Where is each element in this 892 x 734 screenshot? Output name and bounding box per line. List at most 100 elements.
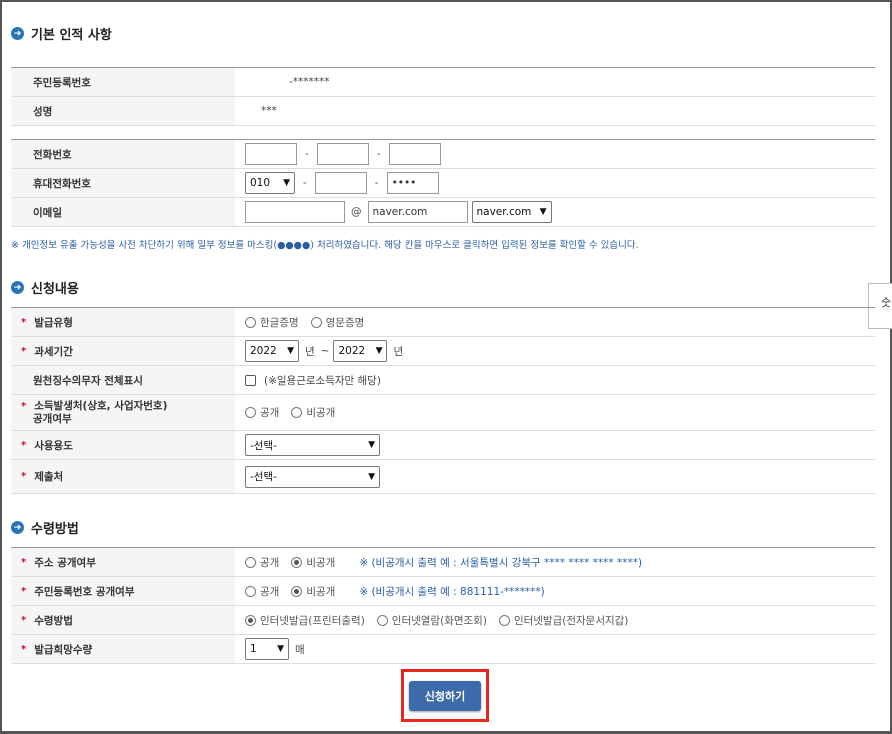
radio-icon: [310, 316, 322, 328]
period-from-value: 2022: [250, 345, 277, 357]
required-mark: *: [21, 614, 27, 626]
required-mark: *: [21, 471, 27, 482]
radio-income-private[interactable]: 비공개: [291, 405, 335, 420]
radio-rrn-public[interactable]: 공개: [245, 584, 279, 599]
section-title-basic: ➜ 기본 인적 사항: [11, 24, 112, 43]
row-rrn: 주민등록번호 -*******: [11, 68, 875, 97]
phone-part1-input[interactable]: [245, 143, 297, 165]
row-mobile: 휴대전화번호 010 ▼ - - ••••: [11, 169, 875, 198]
radio-korean-label: 한글증명: [260, 316, 299, 329]
period-to-value: 2022: [338, 345, 366, 357]
income-source-label-text: 소득발생처(상호, 사업자번호): [34, 399, 168, 412]
radio-addr-public-label: 공개: [260, 556, 280, 569]
chevron-down-icon: ▼: [283, 178, 290, 188]
withhold-checkbox[interactable]: [245, 374, 256, 386]
issue-type-label: * 발급유형: [11, 308, 235, 336]
quantity-select[interactable]: 1 ▼: [245, 638, 289, 660]
apply-table: * 발급유형 한글증명 영문증명 * 과세기간 2022 ▼ 년 ~ 2022 ▼ 년 …: [11, 307, 875, 494]
row-purpose: * 사용용도 -선택- ▼: [11, 431, 875, 460]
required-mark: *: [21, 556, 27, 568]
radio-method-view[interactable]: 인터넷열람(화면조회): [376, 613, 487, 628]
apply-button[interactable]: 신청하기: [409, 680, 481, 711]
radio-method-wallet[interactable]: 인터넷발급(전자문서지갑): [498, 613, 628, 628]
radio-english[interactable]: 영문증명: [310, 315, 365, 330]
purpose-label: * 사용용도: [11, 431, 235, 459]
mobile-last-input[interactable]: ••••: [386, 172, 439, 194]
mobile-middle-input[interactable]: [314, 172, 367, 194]
required-mark: *: [21, 316, 27, 328]
dash-separator: -: [305, 148, 309, 160]
radio-icon: [245, 585, 256, 597]
email-domain-select-value: naver.com: [476, 206, 532, 218]
submit-to-label-text: 제출처: [34, 471, 64, 483]
dash-separator: -: [376, 148, 381, 160]
contact-table: 전화번호 - - 휴대전화번호 010 ▼ - - •••• 이메일 @ nave…: [11, 139, 875, 227]
phone-part3-input[interactable]: [388, 143, 441, 165]
email-domain-input[interactable]: naver.com: [367, 201, 468, 223]
radio-icon: [498, 614, 510, 626]
radio-icon: [245, 556, 256, 568]
purpose-select[interactable]: -선택- ▼: [245, 434, 380, 456]
dash-separator: -: [303, 177, 307, 189]
tax-period-label-text: 과세기간: [34, 345, 73, 358]
email-id-input[interactable]: [245, 201, 345, 223]
row-addr-public: * 주소 공개여부 공개 비공개 ※ (비공개시 출력 예 : 서울특별시 강북구…: [11, 548, 875, 577]
radio-method-print[interactable]: 인터넷발급(프린터출력): [245, 613, 365, 628]
radio-icon: [245, 407, 256, 418]
radio-selected-icon: [291, 585, 303, 597]
row-email: 이메일 @ naver.com naver.com ▼: [11, 198, 875, 227]
masking-notice: ※ 개인정보 유출 가능성을 사전 차단하기 위해 일부 정보를 마스킹(●●●…: [11, 240, 639, 251]
required-mark: *: [21, 585, 27, 597]
chevron-down-icon: ▼: [539, 207, 547, 217]
quantity-label-text: 발급희망수량: [34, 643, 93, 656]
name-label: 성명: [11, 97, 235, 125]
quantity-unit: 매: [295, 643, 305, 656]
issue-type-label-text: 발급유형: [34, 316, 73, 329]
addr-public-options: 공개 비공개 ※ (비공개시 출력 예 : 서울특별시 강북구 **** ***…: [235, 555, 875, 570]
issue-type-options: 한글증명 영문증명: [235, 315, 875, 330]
required-mark: *: [21, 345, 27, 357]
chevron-down-icon: ▼: [368, 440, 375, 450]
quantity-cell: 1 ▼ 매: [235, 638, 875, 660]
period-from-select[interactable]: 2022 ▼: [245, 340, 299, 362]
radio-korean[interactable]: 한글증명: [245, 315, 299, 330]
radio-rrn-public-label: 공개: [260, 585, 280, 598]
purpose-select-cell: -선택- ▼: [235, 434, 875, 456]
addr-public-label-text: 주소 공개여부: [34, 556, 96, 569]
row-tax-period: * 과세기간 2022 ▼ 년 ~ 2022 ▼ 년: [11, 337, 875, 366]
income-source-options: 공개 비공개: [235, 405, 875, 420]
tax-period-inputs: 2022 ▼ 년 ~ 2022 ▼ 년: [235, 340, 875, 362]
arrow-right-icon: ➜: [11, 521, 24, 534]
row-income-source: * 소득발생처(상호, 사업자번호) 공개여부 공개 비공개: [11, 395, 875, 431]
section-title-text: 기본 인적 사항: [31, 28, 112, 43]
chevron-down-icon: ▼: [368, 471, 375, 482]
radio-rrn-private[interactable]: 비공개: [291, 584, 335, 599]
radio-income-public[interactable]: 공개: [245, 405, 279, 420]
purpose-label-text: 사용용도: [34, 439, 73, 452]
addr-public-label: * 주소 공개여부: [11, 548, 235, 576]
radio-english-label: 영문증명: [325, 316, 365, 329]
arrow-right-icon: ➜: [11, 281, 24, 294]
radio-icon: [291, 407, 303, 418]
radio-addr-public[interactable]: 공개: [245, 555, 279, 570]
submit-to-select-value: -선택-: [250, 471, 277, 483]
mobile-prefix-value: 010: [250, 177, 271, 189]
receive-method-label-text: 수령방법: [34, 614, 73, 627]
radio-method-view-label: 인터넷열람(화면조회): [391, 614, 487, 627]
submit-to-select-cell: -선택- ▼: [235, 465, 875, 488]
mobile-prefix-select[interactable]: 010 ▼: [245, 172, 295, 194]
period-to-select[interactable]: 2022 ▼: [333, 340, 388, 362]
submit-to-select[interactable]: -선택- ▼: [245, 465, 380, 488]
dash-separator: -: [374, 177, 379, 189]
section-title-apply: ➜ 신청내용: [11, 278, 79, 297]
mobile-label: 휴대전화번호: [11, 169, 235, 197]
radio-addr-private[interactable]: 비공개: [291, 555, 335, 570]
year-label: 년: [393, 345, 404, 358]
purpose-select-value: -선택-: [250, 439, 277, 452]
phone-part2-input[interactable]: [316, 143, 369, 165]
rrn-public-label-text: 주민등록번호 공개여부: [34, 585, 135, 598]
row-receive-method: * 수령방법 인터넷발급(프린터출력) 인터넷열람(화면조회) 인터넷발급(전자문…: [11, 606, 875, 635]
email-domain-select[interactable]: naver.com ▼: [471, 201, 552, 223]
tax-period-label: * 과세기간: [11, 337, 235, 365]
radio-icon: [245, 316, 256, 328]
